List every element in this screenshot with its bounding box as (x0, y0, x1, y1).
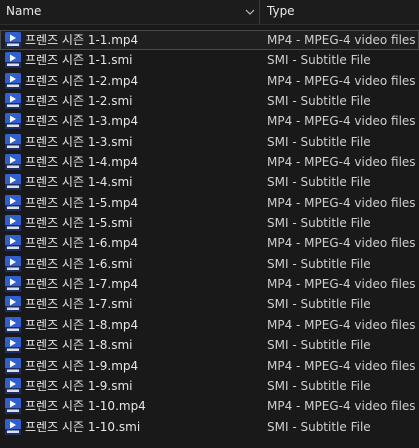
file-row[interactable]: 프렌즈 시즌 1-8.smi SMI - Subtitle File (0, 335, 419, 355)
video-file-icon (4, 295, 22, 313)
file-row[interactable]: 프렌즈 시즌 1-1.smi SMI - Subtitle File (0, 50, 419, 70)
file-name: 프렌즈 시즌 1-6.mp4 (25, 236, 139, 251)
video-file-icon (4, 112, 22, 130)
file-row[interactable]: 프렌즈 시즌 1-5.smi SMI - Subtitle File (0, 213, 419, 233)
file-row[interactable]: 프렌즈 시즌 1-7.mp4 MP4 - MPEG-4 video files (0, 274, 419, 294)
video-file-icon (4, 357, 22, 375)
file-row[interactable]: 프렌즈 시즌 1-6.smi SMI - Subtitle File (0, 254, 419, 274)
video-file-icon (4, 153, 22, 171)
file-row[interactable]: 프렌즈 시즌 1-4.mp4 MP4 - MPEG-4 video files (0, 152, 419, 172)
file-name: 프렌즈 시즌 1-5.mp4 (25, 195, 139, 210)
file-type: MP4 - MPEG-4 video files (267, 195, 416, 210)
file-row[interactable]: 프렌즈 시즌 1-2.mp4 MP4 - MPEG-4 video files (0, 71, 419, 91)
column-header: Name Type (0, 0, 419, 25)
chevron-down-icon[interactable] (244, 6, 256, 18)
file-name: 프렌즈 시즌 1-4.smi (25, 175, 133, 190)
file-type: MP4 - MPEG-4 video files (267, 236, 416, 251)
video-file-icon (4, 173, 22, 191)
file-name: 프렌즈 시즌 1-1.mp4 (25, 33, 139, 47)
file-type: MP4 - MPEG-4 video files (267, 358, 416, 373)
file-type: SMI - Subtitle File (267, 297, 371, 312)
file-name: 프렌즈 시즌 1-9.smi (25, 378, 133, 393)
file-type: SMI - Subtitle File (267, 419, 371, 434)
file-name: 프렌즈 시즌 1-1.smi (25, 53, 133, 68)
file-name: 프렌즈 시즌 1-10.mp4 (25, 399, 146, 414)
file-name: 프렌즈 시즌 1-9.mp4 (25, 358, 139, 373)
file-type: MP4 - MPEG-4 video files (267, 33, 416, 47)
file-type: SMI - Subtitle File (267, 94, 371, 109)
file-type: SMI - Subtitle File (267, 175, 371, 190)
video-file-icon (4, 234, 22, 252)
file-name: 프렌즈 시즌 1-10.smi (25, 419, 141, 434)
video-file-icon (4, 133, 22, 151)
file-name: 프렌즈 시즌 1-7.smi (25, 297, 133, 312)
file-row[interactable]: 프렌즈 시즌 1-1.mp4 MP4 - MPEG-4 video files (0, 30, 419, 51)
video-file-icon (4, 214, 22, 232)
file-name: 프렌즈 시즌 1-8.mp4 (25, 317, 139, 332)
file-row[interactable]: 프렌즈 시즌 1-6.mp4 MP4 - MPEG-4 video files (0, 233, 419, 253)
file-type: MP4 - MPEG-4 video files (267, 399, 416, 414)
file-type: SMI - Subtitle File (267, 134, 371, 149)
file-row[interactable]: 프렌즈 시즌 1-5.mp4 MP4 - MPEG-4 video files (0, 193, 419, 213)
file-row[interactable]: 프렌즈 시즌 1-9.smi SMI - Subtitle File (0, 376, 419, 396)
video-file-icon (4, 397, 22, 415)
video-file-icon (4, 194, 22, 212)
file-row[interactable]: 프렌즈 시즌 1-10.mp4 MP4 - MPEG-4 video files (0, 396, 419, 416)
column-header-type[interactable]: Type (267, 0, 407, 24)
file-row[interactable]: 프렌즈 시즌 1-3.mp4 MP4 - MPEG-4 video files (0, 111, 419, 131)
file-name: 프렌즈 시즌 1-2.smi (25, 94, 133, 109)
file-row[interactable]: 프렌즈 시즌 1-4.smi SMI - Subtitle File (0, 172, 419, 192)
file-type: MP4 - MPEG-4 video files (267, 155, 416, 170)
file-name: 프렌즈 시즌 1-2.mp4 (25, 73, 139, 88)
file-row[interactable]: 프렌즈 시즌 1-7.smi SMI - Subtitle File (0, 294, 419, 314)
file-type: SMI - Subtitle File (267, 53, 371, 68)
file-type: SMI - Subtitle File (267, 378, 371, 393)
file-row[interactable]: 프렌즈 시즌 1-3.smi SMI - Subtitle File (0, 132, 419, 152)
file-name: 프렌즈 시즌 1-5.smi (25, 216, 133, 231)
file-type: MP4 - MPEG-4 video files (267, 114, 416, 129)
video-file-icon (4, 255, 22, 273)
file-name: 프렌즈 시즌 1-8.smi (25, 338, 133, 353)
column-header-name[interactable]: Name (6, 0, 236, 24)
file-name: 프렌즈 시즌 1-4.mp4 (25, 155, 139, 170)
video-file-icon (4, 418, 22, 436)
file-type: MP4 - MPEG-4 video files (267, 73, 416, 88)
file-row[interactable]: 프렌즈 시즌 1-2.smi SMI - Subtitle File (0, 91, 419, 111)
column-divider[interactable] (259, 0, 260, 24)
video-file-icon (4, 316, 22, 334)
file-type: SMI - Subtitle File (267, 338, 371, 353)
file-list: 프렌즈 시즌 1-1.mp4 MP4 - MPEG-4 video files 프렌… (0, 30, 419, 437)
video-file-icon (4, 275, 22, 293)
file-type: SMI - Subtitle File (267, 256, 371, 271)
file-type: SMI - Subtitle File (267, 216, 371, 231)
file-row[interactable]: 프렌즈 시즌 1-9.mp4 MP4 - MPEG-4 video files (0, 356, 419, 376)
file-name: 프렌즈 시즌 1-3.smi (25, 134, 133, 149)
file-name: 프렌즈 시즌 1-3.mp4 (25, 114, 139, 129)
file-name: 프렌즈 시즌 1-7.mp4 (25, 277, 139, 292)
video-file-icon (4, 377, 22, 395)
file-name: 프렌즈 시즌 1-6.smi (25, 256, 133, 271)
video-file-icon (4, 31, 22, 49)
file-row[interactable]: 프렌즈 시즌 1-8.mp4 MP4 - MPEG-4 video files (0, 315, 419, 335)
file-row[interactable]: 프렌즈 시즌 1-10.smi SMI - Subtitle File (0, 417, 419, 437)
video-file-icon (4, 51, 22, 69)
video-file-icon (4, 72, 22, 90)
file-type: MP4 - MPEG-4 video files (267, 277, 416, 292)
file-type: MP4 - MPEG-4 video files (267, 317, 416, 332)
video-file-icon (4, 92, 22, 110)
video-file-icon (4, 336, 22, 354)
